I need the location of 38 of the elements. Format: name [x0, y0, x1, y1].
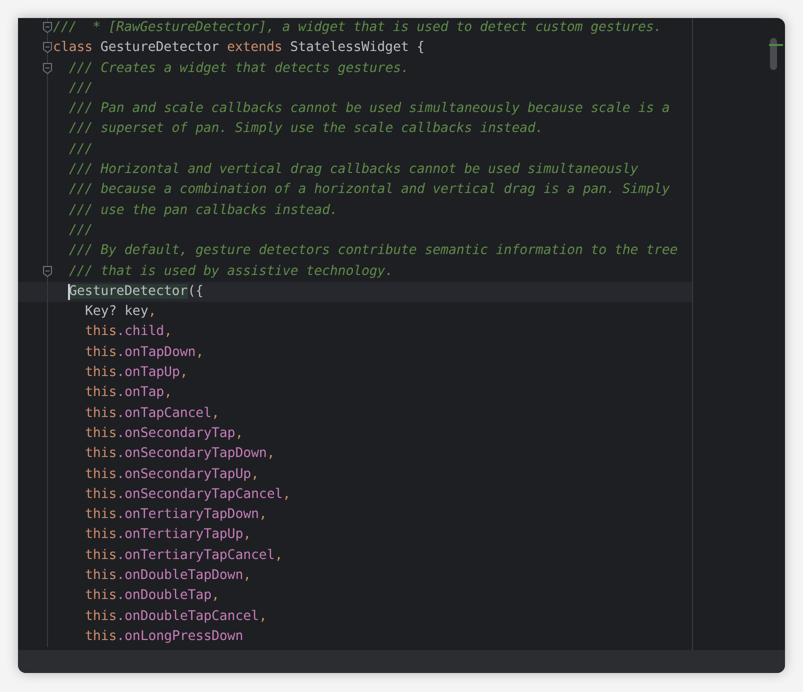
code-line: /// because a combination of a horizontal and vertical drag is a pan. Simply [68, 181, 670, 200]
code-line: /// use the pan callbacks instead. [68, 202, 338, 220]
code-line: this.onSecondaryTapDown, [84, 445, 275, 464]
fold-icon[interactable] [43, 62, 52, 74]
code-line: this.onTertiaryTapCancel, [84, 546, 283, 565]
code-line: this.onSecondaryTap, [84, 424, 244, 443]
code-line: /// [68, 80, 93, 98]
fold-icon[interactable] [43, 266, 52, 277]
code-line: this.onTapCancel, [84, 404, 220, 423]
code-line: /// By default, gesture detectors contribute semantic information to the tree [68, 242, 678, 260]
scrollbar-thumb[interactable] [770, 38, 777, 70]
code-line: this.onDoubleTapDown, [84, 567, 252, 586]
fold-icon[interactable] [43, 22, 52, 33]
code-line: this.onTapDown, [84, 344, 204, 362]
change-marker [769, 44, 783, 46]
fold-icon[interactable] [43, 42, 52, 54]
code-line: this.onLongPressDown [84, 628, 244, 646]
text-cursor [68, 284, 70, 300]
code-line: /// superset of pan. Simply use the scale callbacks instead. [68, 120, 544, 138]
code-line: this.onTapUp, [84, 364, 188, 382]
code-line: this.onDoubleTapCancel, [84, 608, 267, 626]
code-line: Key? key, [84, 303, 156, 322]
code-line: /// [68, 140, 93, 159]
code-line: GestureDetector({ [68, 282, 204, 301]
code-line: /// that is used by assistive technology. [68, 262, 394, 281]
code-line: this.onDoubleTap, [84, 587, 220, 606]
code-line: this.onTertiaryTapDown, [84, 506, 267, 524]
code-line: class GestureDetector extends StatelessWidget { [52, 39, 425, 58]
code-line: /// Pan and scale callbacks cannot be used simultaneously because scale is a [68, 100, 670, 118]
code-line: this.child, [84, 323, 172, 342]
code-line: this.onSecondaryTapUp, [84, 466, 259, 484]
code-line: this.onSecondaryTapCancel, [84, 486, 291, 504]
code-line: this.onTertiaryTapUp, [84, 526, 252, 544]
code-line: this.onTap, [84, 384, 172, 402]
code-line: /// Horizontal and vertical drag callbacks cannot be used simultaneously [68, 161, 638, 180]
code-line: /// * [RawGestureDetector], a widget that is used to detect custom gestures. [52, 19, 662, 37]
code-line: /// Creates a widget that detects gestures. [68, 60, 409, 78]
code-line: /// [68, 222, 93, 240]
